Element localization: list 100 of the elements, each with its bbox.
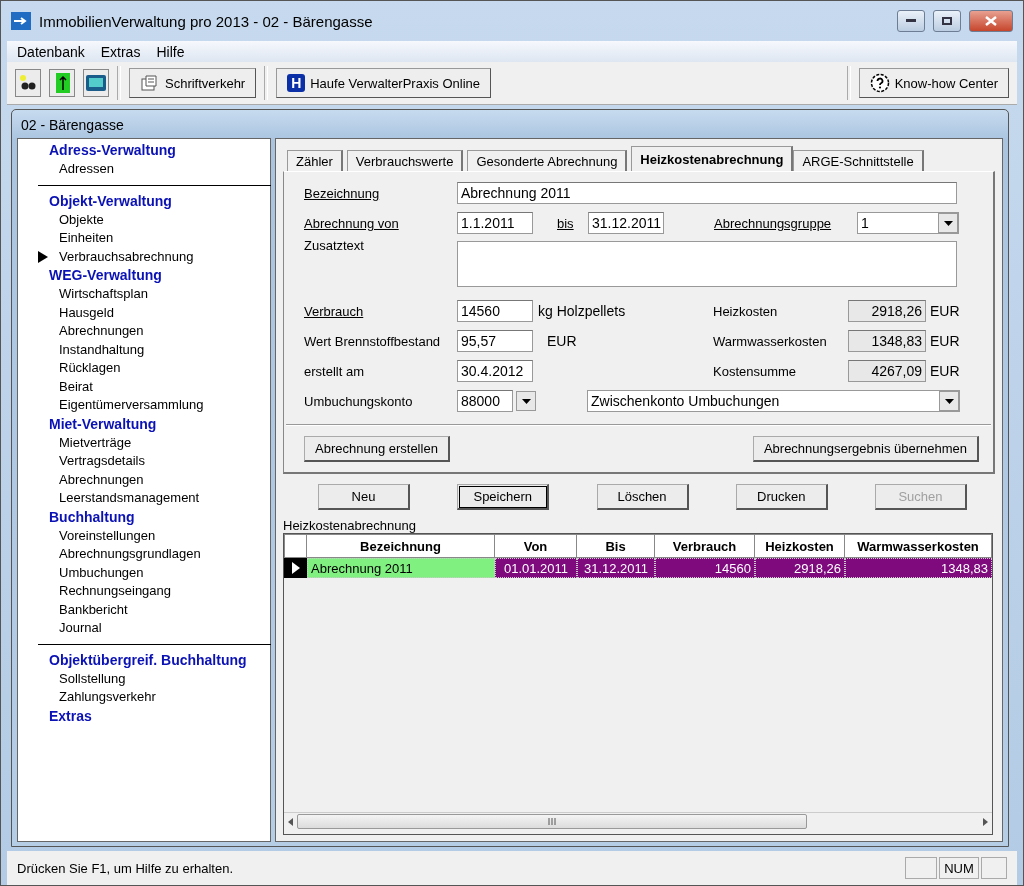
column-header[interactable]: Heizkosten [755,534,845,558]
tab[interactable]: Zähler [287,150,343,171]
unit-label: EUR [930,303,960,319]
nav-item[interactable]: Eigentümerversammlung [59,396,204,415]
nav-item[interactable]: Hausgeld [59,303,114,322]
section-heading: Objekt-Verwaltung [48,191,173,211]
menu-item[interactable]: Hilfe [156,43,185,60]
nav-item[interactable]: Zahlungsverkehr [59,688,156,707]
field-label: Verbrauch [304,303,365,319]
tab[interactable]: Heizkostenabrechnung [631,146,794,171]
tab[interactable]: Gesonderte Abrechnung [467,150,628,171]
column-header[interactable]: Warmwasserkosten [845,534,992,558]
action-button[interactable]: Abrechnungsergebnis übernehmen [752,436,979,462]
column-header[interactable]: Bezeichnung [307,534,495,558]
column-header[interactable]: Verbrauch [655,534,755,558]
readonly-field: 1348,83 [848,330,926,352]
field-label: Wert Brennstoffbestand [304,333,442,349]
row-header[interactable] [284,558,307,578]
text-area[interactable] [457,241,957,287]
dropdown[interactable]: 1 [857,212,959,234]
logo-icon: H [287,74,306,92]
binoculars-button[interactable] [15,69,41,97]
maximize-icon [942,17,952,25]
action-button[interactable]: Abrechnung erstellen [304,436,450,462]
close-button[interactable] [969,10,1013,32]
status-panel [905,857,937,879]
section-heading: Extras [48,706,93,726]
nav-item[interactable]: Abrechnungsgrundlagen [59,545,201,564]
field-label: Umbuchungskonto [304,393,414,409]
nav-item[interactable]: Sollstellung [59,669,126,688]
unit-label: EUR [547,333,577,349]
nav-item[interactable]: Adressen [59,160,114,179]
scroll-thumb[interactable] [297,814,807,829]
nav-item[interactable]: Umbuchungen [59,563,144,582]
input-field[interactable]: 31.12.2011 [588,212,664,234]
dropdown-arrow-icon [944,398,954,404]
nav-item[interactable]: Vertragsdetails [59,452,145,471]
command-button[interactable]: Drucken [735,484,828,510]
table-cell: 01.01.2011 [495,558,577,578]
input-field[interactable]: 1.1.2011 [457,212,533,234]
dropdown-button[interactable] [516,391,536,411]
scroll-right-icon[interactable] [983,817,988,826]
field-label: Abrechnung von [304,215,400,231]
command-button[interactable]: Speichern [457,484,550,510]
nav-item[interactable]: Journal [59,619,102,638]
close-icon [985,16,997,26]
scroll-left-icon[interactable] [288,817,293,826]
nav-item[interactable]: Verbrauchsabrechnung [59,247,194,266]
calculator-button[interactable] [83,69,109,97]
dropdown-arrow-icon [521,398,531,404]
field-label: Kostensumme [713,363,798,379]
toolbar-button[interactable]: Know-how Center [858,68,1009,98]
horizontal-scrollbar[interactable] [284,812,992,830]
binoculars-icon [19,74,37,92]
nav-item[interactable]: Rechnungseingang [59,582,172,601]
input-field[interactable]: Abrechnung 2011 [457,182,957,204]
nav-item[interactable]: Voreinstellungen [59,526,156,545]
dropdown[interactable]: Zwischenkonto Umbuchungen [587,390,960,412]
upload-list-button[interactable] [49,69,75,97]
input-field[interactable]: 95,57 [457,330,533,352]
column-header[interactable]: Bis [577,534,655,558]
tab[interactable]: ARGE-Schnittstelle [793,150,924,171]
help-icon [869,73,890,93]
tab[interactable]: Verbrauchswerte [346,150,464,171]
toolbar-button[interactable]: H Haufe VerwalterPraxis Online [276,68,491,98]
section-heading: Miet-Verwaltung [48,414,158,434]
grid-title: Heizkostenabrechnung [283,518,417,533]
nav-item[interactable]: Wirtschaftsplan [59,285,148,304]
upload-list-icon [53,73,71,93]
nav-item[interactable]: Mietverträge [59,433,132,452]
input-field[interactable]: 30.4.2012 [457,360,533,382]
dropdown-arrow-icon [943,220,953,226]
command-button[interactable]: Löschen [596,484,689,510]
maximize-button[interactable] [933,10,961,32]
column-header[interactable]: Von [495,534,577,558]
input-field[interactable]: 14560 [457,300,533,322]
grid-corner-header [284,534,307,558]
command-button[interactable]: Neu [318,484,410,510]
field-label: Heizkosten [713,303,779,319]
nav-item[interactable]: Objekte [59,210,104,229]
field-label: erstellt am [304,363,365,379]
nav-item[interactable]: Abrechnungen [59,322,144,341]
nav-item[interactable]: Rücklagen [59,359,121,378]
nav-item[interactable]: Instandhaltung [59,340,145,359]
field-label: bis [557,215,575,231]
app-icon [11,12,31,30]
menu-item[interactable]: Extras [100,43,141,60]
menu-item[interactable]: Datenbank [17,43,85,60]
input-field[interactable]: 88000 [457,390,513,412]
nav-item[interactable]: Beirat [59,377,93,396]
minimize-button[interactable] [897,10,925,32]
section-heading: WEG-Verwaltung [48,266,163,285]
nav-item[interactable]: Bankbericht [59,600,128,619]
toolbar-button[interactable]: Schriftverkehr [129,68,257,98]
nav-item[interactable]: Leerstandsmanagement [59,489,200,508]
window-title: ImmobilienVerwaltung pro 2013 - 02 - Bärengasse [39,12,374,30]
nav-item[interactable]: Einheiten [59,229,114,248]
unit-label: EUR [930,363,960,379]
letter-icon [140,74,160,92]
nav-item[interactable]: Abrechnungen [59,470,144,489]
